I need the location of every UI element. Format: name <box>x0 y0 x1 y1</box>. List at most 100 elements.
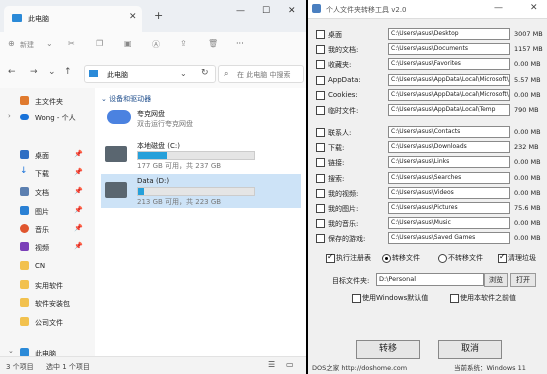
folder-checkbox[interactable] <box>316 106 325 115</box>
target-folder-input[interactable]: D:\Personal <box>376 273 484 286</box>
transfer-files-radio[interactable] <box>382 254 391 263</box>
sidebar-item-onedrive[interactable]: › Wong - 个人 <box>8 110 92 124</box>
copy-icon[interactable]: ❐ <box>96 39 103 48</box>
hard-drive-icon <box>105 182 127 198</box>
chevron-right-icon[interactable]: › <box>8 112 11 120</box>
folder-checkbox[interactable] <box>316 60 325 70</box>
cloud-drive-item[interactable]: 夸克网盘 双击运行夸克网盘 <box>101 106 301 132</box>
sidebar-item-folder[interactable]: 公司文件 <box>8 315 92 329</box>
explorer-tab[interactable]: 此电脑 ✕ <box>4 6 142 32</box>
up-icon[interactable]: ↑ <box>64 67 72 77</box>
folder-icon <box>20 317 29 326</box>
paste-icon[interactable]: ▣ <box>124 39 132 48</box>
sidebar-item-folder[interactable]: CN <box>8 259 92 273</box>
new-button[interactable]: 新建 <box>20 40 34 50</box>
sidebar-item-pictures[interactable]: 图片 📌 <box>8 204 92 218</box>
transfer-button[interactable]: 转移 <box>356 340 420 359</box>
maximize-icon[interactable]: ☐ <box>262 6 270 16</box>
drive-item-d[interactable]: Data (D:) 213 GB 可用，共 223 GB <box>101 174 301 208</box>
folder-path-field[interactable]: C:\Users\asus\Desktop <box>388 28 510 40</box>
footer-link[interactable]: DOS之家 http://doshome.com <box>312 362 407 372</box>
folder-checkbox[interactable] <box>316 75 325 85</box>
folder-checkbox[interactable] <box>316 234 325 244</box>
back-icon[interactable]: ← <box>8 67 16 77</box>
folder-label: 收藏夹: <box>328 61 352 70</box>
chevron-down-icon[interactable]: ⌄ <box>8 347 14 355</box>
sidebar-item-home[interactable]: 主文件夹 <box>8 94 92 108</box>
folder-path-field[interactable]: C:\Users\asus\Videos <box>388 186 510 199</box>
close-icon[interactable]: ✕ <box>288 6 296 16</box>
footer-os: 当前系统：Windows 11 <box>454 364 526 372</box>
delete-icon[interactable]: 🗑 <box>208 39 218 48</box>
folder-row: 临时文件: C:\Users\asus\AppData\Local\Temp 790… <box>316 104 544 117</box>
folder-row: 联系人: C:\Users\asus\Contacts 0.00 MB <box>316 126 544 139</box>
folder-path-field[interactable]: C:\Users\asus\Music <box>388 217 510 230</box>
sidebar-item-folder[interactable]: 实用软件 <box>8 278 92 292</box>
tiles-view-icon[interactable]: ▭ <box>286 360 294 369</box>
sidebar-item-label: 音乐 <box>35 226 49 234</box>
exec-registry-label: 执行注册表 <box>336 254 371 262</box>
sidebar-item-documents[interactable]: 文档 📌 <box>8 185 92 199</box>
new-icon[interactable]: ⊕ <box>8 39 15 48</box>
drive-item-c[interactable]: 本地磁盘 (C:) 177 GB 可用，共 237 GB <box>101 138 301 172</box>
use-previous-checkbox[interactable] <box>450 294 459 303</box>
folder-path-field[interactable]: C:\Users\asus\Downloads <box>388 141 510 154</box>
refresh-icon[interactable]: ↻ <box>201 68 209 78</box>
share-icon[interactable]: ⇪ <box>180 39 187 48</box>
folder-path-field[interactable]: C:\Users\asus\AppData\Local\Microsoft\Wi <box>388 73 510 86</box>
cut-icon[interactable]: ✂ <box>68 39 75 48</box>
new-tab-icon[interactable]: + <box>154 9 163 22</box>
folder-path-field[interactable]: C:\Users\asus\Links <box>388 156 510 169</box>
folder-row: 我的文档: C:\Users\asus\Documents 1157 MB <box>316 43 544 56</box>
folder-checkbox[interactable] <box>316 188 325 198</box>
section-header[interactable]: ⌄ 设备和驱动器 <box>101 94 151 104</box>
drive-stats: 213 GB 可用，共 223 GB <box>137 198 222 206</box>
details-view-icon[interactable]: ☰ <box>268 360 275 369</box>
folder-path-field[interactable]: C:\Users\asus\Contacts <box>388 126 510 138</box>
rename-icon[interactable]: Ⓐ <box>152 39 160 50</box>
document-icon <box>20 187 29 196</box>
clean-junk-checkbox[interactable] <box>498 252 507 263</box>
folder-checkbox[interactable] <box>316 173 325 183</box>
search-box[interactable]: ⌕ 在 此电脑 中搜索 <box>218 65 304 83</box>
sidebar-item-music[interactable]: 音乐 📌 <box>8 222 92 236</box>
folder-checkbox[interactable] <box>316 45 325 55</box>
forward-icon[interactable]: → <box>30 67 38 77</box>
close-icon[interactable]: ✕ <box>530 3 538 13</box>
folder-checkbox[interactable] <box>316 143 325 153</box>
sidebar-item-folder[interactable]: 软件安装包 <box>8 296 92 310</box>
no-transfer-files-radio[interactable] <box>438 254 447 263</box>
exec-registry-checkbox[interactable] <box>326 252 335 263</box>
drive-name: 本地磁盘 (C:) <box>137 142 180 150</box>
sidebar-item-downloads[interactable]: ↓ 下载 📌 <box>8 166 92 180</box>
more-icon[interactable]: ··· <box>236 39 244 48</box>
browse-button[interactable]: 浏览 <box>484 273 508 287</box>
folder-checkbox[interactable] <box>316 128 325 137</box>
folder-checkbox[interactable] <box>316 30 325 39</box>
address-bar[interactable]: 此电脑 ⌄ ↻ <box>84 65 216 83</box>
pictures-icon <box>20 206 29 215</box>
folder-path-field[interactable]: C:\Users\asus\Saved Games <box>388 232 510 245</box>
sidebar-item-desktop[interactable]: 桌面 📌 <box>8 148 92 162</box>
history-chevron-icon[interactable]: ⌄ <box>48 67 56 77</box>
folder-path-field[interactable]: C:\Users\asus\Pictures <box>388 202 510 214</box>
folder-checkbox[interactable] <box>316 90 325 100</box>
chevron-down-icon[interactable]: ⌄ <box>46 39 53 48</box>
chevron-down-icon[interactable]: ⌄ <box>180 69 187 78</box>
cancel-button[interactable]: 取消 <box>438 340 502 359</box>
minimize-icon[interactable]: — <box>236 6 245 16</box>
sidebar-item-videos[interactable]: 视频 📌 <box>8 240 92 254</box>
minimize-icon[interactable]: — <box>494 3 503 13</box>
folder-path-field[interactable]: C:\Users\asus\AppData\Local\Microsoft\Wi <box>388 88 510 101</box>
use-default-checkbox[interactable] <box>352 294 361 303</box>
folder-checkbox[interactable] <box>316 158 325 168</box>
folder-checkbox[interactable] <box>316 219 325 229</box>
folder-path-field[interactable]: C:\Users\asus\Documents <box>388 43 510 56</box>
folder-checkbox[interactable] <box>316 204 325 213</box>
tab-close-icon[interactable]: ✕ <box>129 12 137 22</box>
folder-path-field[interactable]: C:\Users\asus\Favorites <box>388 58 510 71</box>
folder-label: 联系人: <box>328 129 352 137</box>
open-button[interactable]: 打开 <box>510 273 536 287</box>
folder-path-field[interactable]: C:\Users\asus\AppData\Local\Temp <box>388 104 510 116</box>
folder-path-field[interactable]: C:\Users\asus\Searches <box>388 171 510 184</box>
